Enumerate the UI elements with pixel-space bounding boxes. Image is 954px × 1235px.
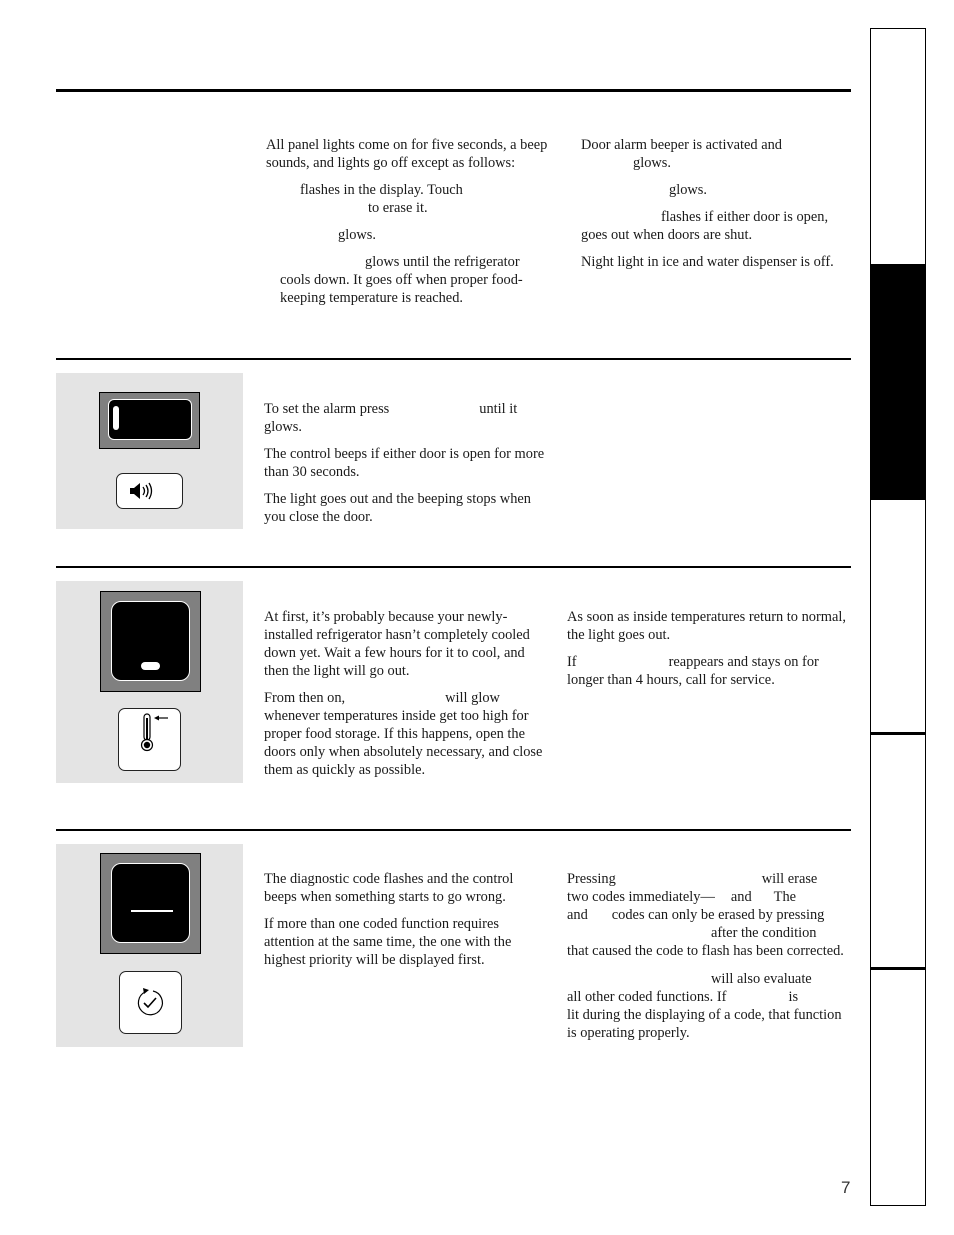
temperature-panel (56, 581, 243, 783)
section-divider (56, 566, 851, 568)
door-alarm-text: To set the alarm press until it glows. Th… (264, 400, 546, 535)
diagnostic-display (100, 853, 201, 954)
section-tab-active[interactable] (871, 264, 925, 500)
intro-item: Night light in ice and water dispenser i… (581, 254, 834, 270)
diagnostic-button[interactable] (119, 971, 182, 1034)
intro-right-column: Door alarm beeper is activated and glows.… (581, 136, 853, 280)
temperature-paragraph: As soon as inside temperatures return to… (567, 609, 846, 643)
door-alarm-panel (56, 373, 243, 529)
check-cycle-icon (137, 988, 163, 1016)
diagnostic-screen (111, 863, 190, 943)
temperature-paragraph: At first, it’s probably because your new… (264, 609, 530, 679)
temperature-button[interactable] (118, 708, 181, 771)
intro-paragraph: All panel lights come on for five second… (266, 137, 548, 171)
diagnostic-panel (56, 844, 243, 1047)
thermometer-icon (140, 713, 168, 752)
intro-item: Door alarm beeper is activated and glows. (581, 137, 782, 171)
indicator-light (113, 406, 119, 430)
diagnostic-paragraph: The diagnostic code flashes and the cont… (264, 871, 514, 905)
intro-item: flashes in the display. Touch to erase i… (300, 182, 463, 216)
door-alarm-paragraph: The control beeps if either door is open… (264, 446, 545, 480)
tab-separator (871, 732, 925, 735)
indicator-light (141, 662, 160, 670)
door-alarm-display (99, 392, 200, 449)
intro-item: glows. (669, 182, 707, 198)
top-rule (56, 89, 851, 92)
intro-left-column: All panel lights come on for five second… (266, 136, 548, 316)
temperature-paragraph: From then on, will glow whenever temperat… (264, 690, 543, 778)
door-alarm-paragraph: To set the alarm press until it glows. (264, 401, 518, 435)
code-readout (131, 910, 173, 912)
page-number: 7 (841, 1178, 851, 1197)
temperature-screen (111, 601, 190, 681)
diagnostic-paragraph: If more than one coded function requires… (264, 916, 512, 968)
door-alarm-paragraph: The light goes out and the beeping stops… (264, 491, 531, 525)
diagnostic-left-text: The diagnostic code flashes and the cont… (264, 870, 548, 978)
intro-item: glows until the refrigerator cools down.… (280, 254, 523, 306)
temperature-right-text: As soon as inside temperatures return to… (567, 608, 847, 698)
speaker-icon (130, 482, 153, 500)
section-divider (56, 358, 851, 360)
intro-item: flashes if either door is open, goes out… (581, 209, 829, 243)
diagnostic-paragraph: will also evaluate all other coded funct… (567, 971, 842, 1041)
section-divider (56, 829, 851, 831)
temperature-paragraph: If reappears and stays on for longer than… (567, 654, 819, 688)
diagnostic-right-text: Pressing will erase two codes immediately… (567, 870, 851, 1042)
temperature-display (100, 591, 201, 692)
section-tab-strip (870, 28, 926, 1206)
door-alarm-screen (108, 399, 192, 440)
temperature-left-text: At first, it’s probably because your new… (264, 608, 546, 788)
intro-item: glows. (338, 227, 376, 243)
door-alarm-button[interactable] (116, 473, 183, 509)
diagnostic-paragraph: Pressing will erase two codes immediately… (567, 871, 844, 959)
tab-separator (871, 967, 925, 970)
